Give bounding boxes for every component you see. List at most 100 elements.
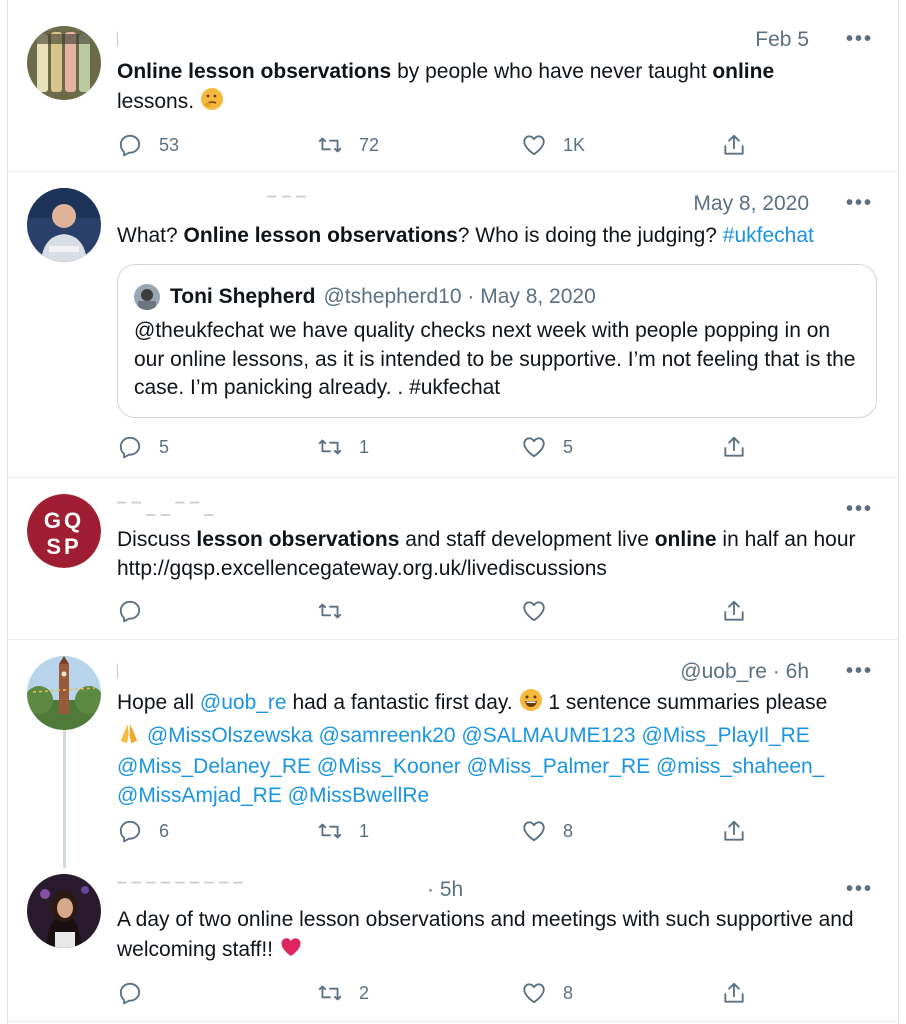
text: had a fantastic first day. xyxy=(286,691,519,714)
tweet-header: ▔ ▔ ▁ ▁ ▔ ▔ ▁ xyxy=(117,498,839,524)
heart-icon xyxy=(523,983,545,1004)
like-count: 5 xyxy=(563,436,574,457)
tweet-text: Hope all @uob_re had a fantastic first d… xyxy=(117,688,869,810)
share-icon xyxy=(724,600,744,621)
mention-links[interactable]: @MissOlszewska @samreenk20 @SALMAUME123 … xyxy=(117,724,824,807)
like-count: 8 xyxy=(563,982,574,1003)
reply-button[interactable]: 53 xyxy=(117,130,179,160)
avatar-person[interactable] xyxy=(27,874,101,948)
share-icon xyxy=(724,436,744,457)
mention-link[interactable]: @uob_re xyxy=(200,691,287,714)
share-button[interactable] xyxy=(721,978,747,1008)
tweet-header: ▏ @uob_re · 6h xyxy=(117,660,839,686)
retweet-icon xyxy=(318,137,342,153)
text: 1 sentence summaries please xyxy=(542,691,828,714)
more-options-icon[interactable]: ••• xyxy=(846,192,873,215)
avatar-clock-tower[interactable] xyxy=(27,656,101,730)
quote-header: Toni Shepherd @tshepherd10 · May 8, 2020 xyxy=(134,283,596,311)
logo-text-bottom: SP xyxy=(46,534,81,559)
heart-icon xyxy=(523,437,545,458)
retweet-button[interactable]: 72 xyxy=(317,130,379,160)
tweet-1[interactable]: ▏ Feb 5 ••• Online lesson observations b… xyxy=(7,8,899,172)
like-button[interactable]: 8 xyxy=(521,978,573,1008)
text: ? Who is doing the judging? xyxy=(457,224,723,247)
avatar-speaker[interactable] xyxy=(27,188,101,262)
retweet-button[interactable]: 1 xyxy=(317,816,369,846)
tweet-text: What? Online lesson observations? Who is… xyxy=(117,222,869,251)
tweet-header: ▔ ▔ ▔ May 8, 2020 xyxy=(117,192,839,218)
like-button[interactable]: 1K xyxy=(521,130,585,160)
retweet-icon xyxy=(318,823,342,839)
tweet-actions: 6 1 8 xyxy=(117,816,757,846)
text-bold: lesson observations xyxy=(196,528,400,551)
more-options-icon[interactable]: ••• xyxy=(846,878,873,901)
reply-button[interactable]: 6 xyxy=(117,816,169,846)
author-name: ▔ ▔ ▁ ▁ ▔ ▔ ▁ xyxy=(117,502,215,516)
tweet-handle-date[interactable]: @uob_re · 6h xyxy=(680,660,809,684)
reply-count: 53 xyxy=(159,134,180,155)
like-count: 8 xyxy=(563,820,574,841)
tweet-2[interactable]: ▔ ▔ ▔ May 8, 2020 ••• What? Online lesso… xyxy=(7,172,899,478)
retweet-count: 1 xyxy=(359,820,370,841)
share-icon xyxy=(724,982,744,1003)
author-name: ▔ ▔ ▔ ▔ ▔ ▔ ▔ ▔ ▔ xyxy=(117,882,244,896)
tweet-date[interactable]: Feb 5 xyxy=(755,28,809,52)
thinking-face-icon xyxy=(200,87,224,120)
more-options-icon[interactable]: ••• xyxy=(846,498,873,521)
avatar-gqsp-logo[interactable]: GQ SP xyxy=(27,494,101,568)
quote-text: @theukfechat we have quality checks next… xyxy=(134,319,856,399)
hashtag-link[interactable]: #ukfechat xyxy=(723,224,814,247)
share-button[interactable] xyxy=(721,432,747,462)
heart-emoji-icon xyxy=(279,935,303,968)
author-name: ▏ xyxy=(117,664,128,678)
tweet-3[interactable]: GQ SP ▔ ▔ ▁ ▁ ▔ ▔ ▁ ••• Discuss lesson o… xyxy=(7,478,899,640)
reply-button[interactable]: 5 xyxy=(117,432,169,462)
reply-icon xyxy=(119,134,141,157)
author-name: ▔ ▔ ▔ xyxy=(267,196,307,210)
thread-connector-line xyxy=(63,730,66,868)
quote-avatar xyxy=(134,284,160,310)
like-button[interactable] xyxy=(521,596,547,626)
reply-count: 5 xyxy=(159,436,170,457)
share-button[interactable] xyxy=(721,816,747,846)
reply-button[interactable] xyxy=(117,978,143,1008)
text: Hope all xyxy=(117,691,200,714)
more-options-icon[interactable]: ••• xyxy=(846,28,873,51)
tweet-actions: 2 8 xyxy=(117,978,757,1008)
like-button[interactable]: 8 xyxy=(521,816,573,846)
quote-author-name: Toni Shepherd xyxy=(170,285,316,308)
reply-count: 6 xyxy=(159,820,170,841)
share-button[interactable] xyxy=(721,596,747,626)
like-button[interactable]: 5 xyxy=(521,432,573,462)
more-options-icon[interactable]: ••• xyxy=(846,660,873,683)
share-button[interactable] xyxy=(721,130,747,160)
tweet-header: ▔ ▔ ▔ ▔ ▔ ▔ ▔ ▔ ▔ · 5h xyxy=(117,878,839,904)
tweet-actions: 53 72 1K xyxy=(117,130,757,160)
retweet-button[interactable] xyxy=(317,596,343,626)
tweet-date[interactable]: May 8, 2020 xyxy=(693,192,809,216)
retweet-icon xyxy=(318,603,342,619)
tweet-header: ▏ Feb 5 xyxy=(117,28,839,54)
quoted-tweet[interactable]: Toni Shepherd @tshepherd10 · May 8, 2020… xyxy=(117,264,877,418)
tweet-actions xyxy=(117,596,757,626)
tweet-4[interactable]: ▏ @uob_re · 6h ••• Hope all @uob_re had … xyxy=(7,640,899,858)
avatar-highlighters[interactable] xyxy=(27,26,101,100)
retweet-count: 1 xyxy=(359,436,370,457)
grinning-face-icon xyxy=(519,688,543,721)
retweet-count: 2 xyxy=(359,982,370,1003)
tweet-5[interactable]: ▔ ▔ ▔ ▔ ▔ ▔ ▔ ▔ ▔ · 5h ••• A day of two … xyxy=(7,858,899,1022)
text: What? xyxy=(117,224,184,247)
reply-icon xyxy=(119,600,141,623)
share-icon xyxy=(724,134,744,155)
text-bold: Online lesson observations xyxy=(183,224,458,247)
retweet-icon xyxy=(318,985,342,1001)
heart-icon xyxy=(523,135,545,156)
quote-handle: @tshepherd10 · May 8, 2020 xyxy=(323,285,596,308)
retweet-count: 72 xyxy=(359,134,380,155)
reply-button[interactable] xyxy=(117,596,143,626)
tweet-date[interactable]: · 5h xyxy=(427,878,463,902)
tweet-text: Discuss lesson observations and staff de… xyxy=(117,526,869,583)
retweet-button[interactable]: 1 xyxy=(317,432,369,462)
tweet-actions: 5 1 5 xyxy=(117,432,757,462)
retweet-button[interactable]: 2 xyxy=(317,978,369,1008)
